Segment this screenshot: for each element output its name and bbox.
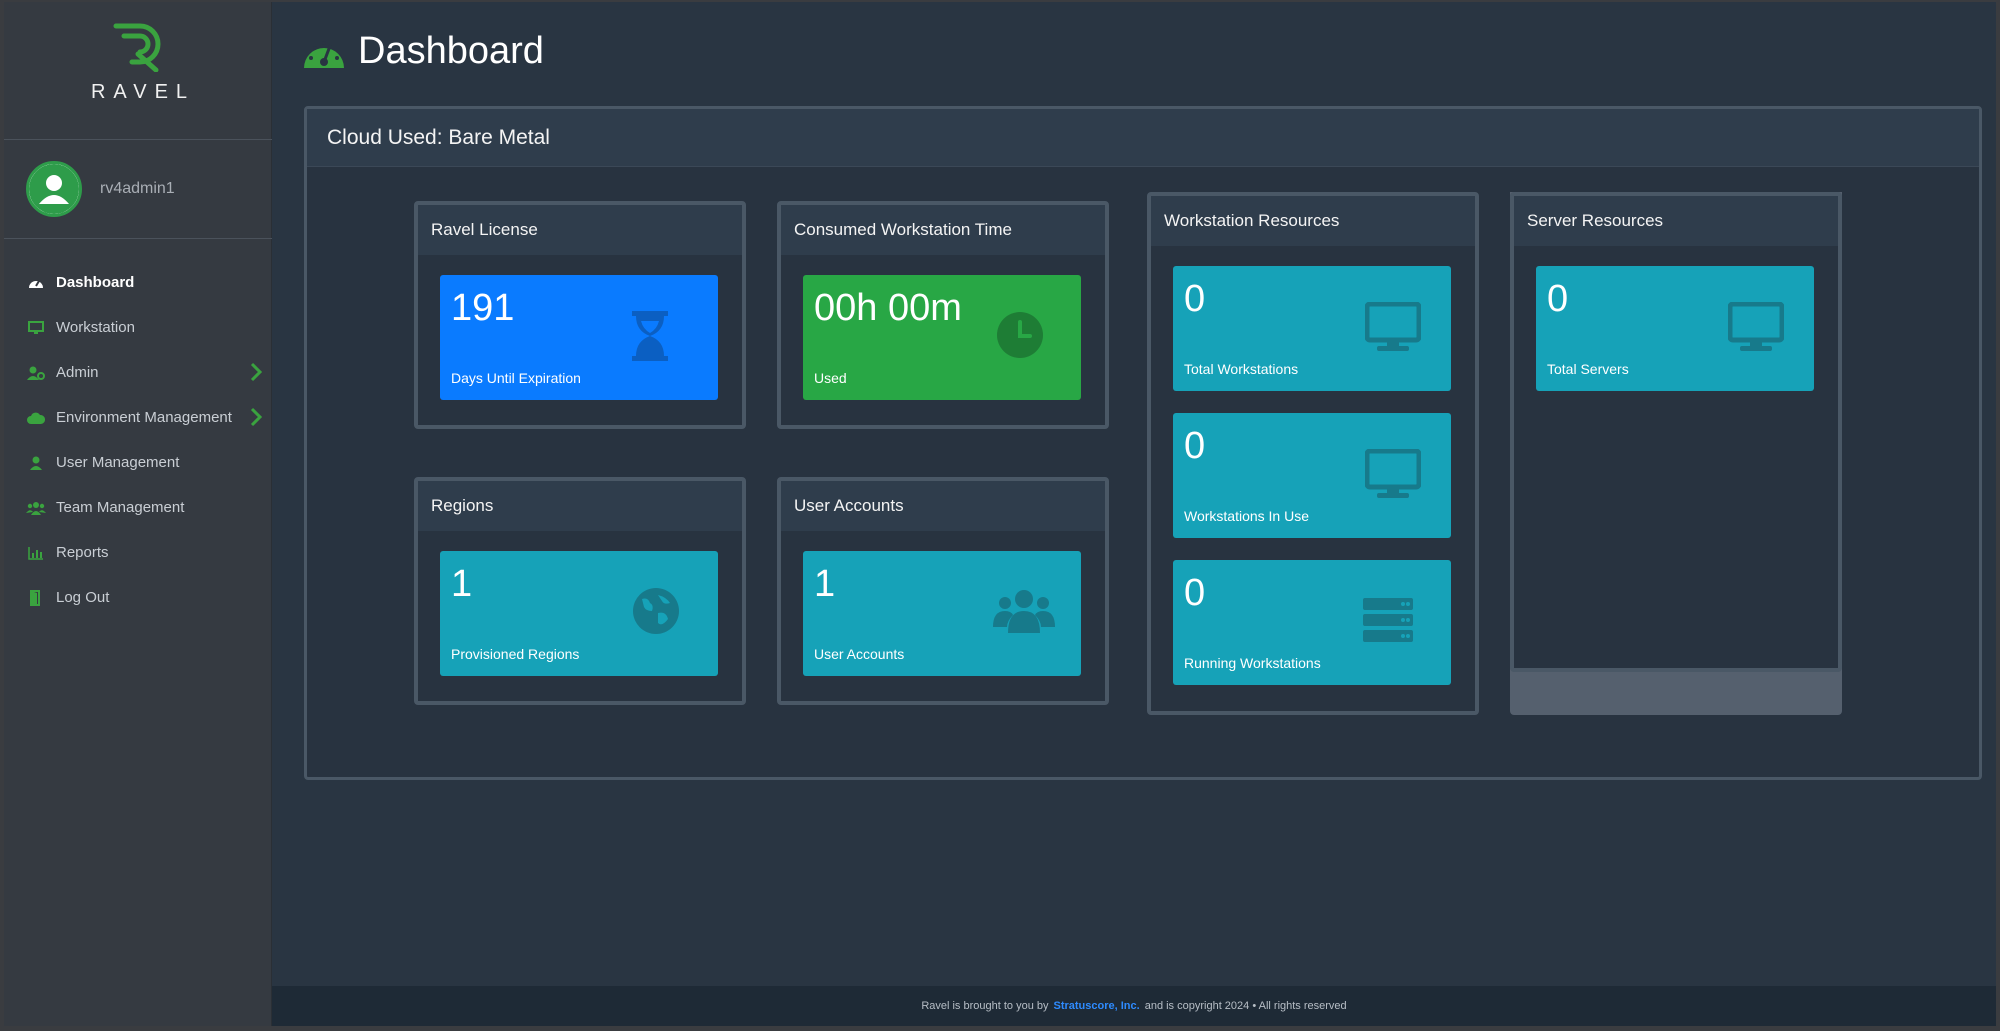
nav-label: User Management <box>56 454 180 471</box>
avatar[interactable] <box>26 161 82 217</box>
running-workstations-tile[interactable]: 0 Running Workstations <box>1173 560 1451 685</box>
monitor-icon <box>1365 449 1421 498</box>
nav-item-workstation[interactable]: Workstation <box>4 305 272 350</box>
server-resources-card: Server Resources 0 Total Servers <box>1510 192 1842 672</box>
gauge-icon <box>26 275 46 291</box>
nav-item-user-management[interactable]: User Management <box>4 440 272 485</box>
license-caption: Days Until Expiration <box>451 370 581 386</box>
page-title: Dashboard <box>358 30 544 72</box>
nav-label: Workstation <box>56 319 135 336</box>
nav-item-dashboard[interactable]: Dashboard <box>4 260 272 305</box>
license-days-value: 191 <box>451 287 515 329</box>
brand-name: RAVEL <box>90 81 196 103</box>
ravel-logo-icon <box>113 23 161 72</box>
nav-item-reports[interactable]: Reports <box>4 530 272 575</box>
sidebar: RAVEL rv4admin1 Dashboard Workstation Ad… <box>4 2 272 1026</box>
footer: Ravel is brought to you by Stratuscore, … <box>272 986 1996 1026</box>
footer-prefix: Ravel is brought to you by <box>921 1000 1049 1012</box>
nav-label: Dashboard <box>56 274 135 291</box>
page-header: Dashboard <box>302 30 544 73</box>
card-title: Workstation Resources <box>1151 196 1475 246</box>
tile-caption: Running Workstations <box>1184 655 1321 671</box>
card-title: Server Resources <box>1514 196 1838 246</box>
globe-icon <box>633 588 679 634</box>
license-tile[interactable]: 191 Days Until Expiration <box>440 275 718 400</box>
nav-item-admin[interactable]: Admin <box>4 350 272 395</box>
sidebar-nav: Dashboard Workstation Admin Environment … <box>4 260 272 620</box>
chevron-right-icon[interactable] <box>250 362 263 386</box>
nav-item-team-management[interactable]: Team Management <box>4 485 272 530</box>
company-link[interactable]: Stratuscore, Inc. <box>1054 1000 1140 1012</box>
nav-label: Log Out <box>56 589 110 606</box>
user-panel: rv4admin1 <box>4 141 272 239</box>
ravel-license-card: Ravel License 191 Days Until Expiration <box>414 201 746 429</box>
workstation-time-card: Consumed Workstation Time 00h 00m Used <box>777 201 1109 429</box>
nav-label: Reports <box>56 544 109 561</box>
time-value: 00h 00m <box>814 287 962 329</box>
user-cog-icon <box>26 365 46 381</box>
time-tile[interactable]: 00h 00m Used <box>803 275 1081 400</box>
tile-value: 0 <box>1184 278 1206 320</box>
workstations-in-use-tile[interactable]: 0 Workstations In Use <box>1173 413 1451 538</box>
chevron-right-icon[interactable] <box>250 407 263 431</box>
nav-item-environment-management[interactable]: Environment Management <box>4 395 272 440</box>
nav-label: Environment Management <box>56 409 232 426</box>
user-avatar-icon <box>29 164 79 214</box>
card-title: User Accounts <box>781 481 1105 531</box>
door-icon <box>26 589 46 606</box>
nav-label: Team Management <box>56 499 185 516</box>
main-content: Dashboard Cloud Used: Bare Metal Ravel L… <box>272 2 1996 1026</box>
regions-caption: Provisioned Regions <box>451 646 580 662</box>
tile-value: 0 <box>1547 278 1569 320</box>
regions-value: 1 <box>451 563 473 605</box>
regions-card: Regions 1 Provisioned Regions <box>414 477 746 705</box>
brand-logo[interactable]: RAVEL <box>4 2 272 140</box>
cloud-icon <box>26 410 46 426</box>
accounts-tile[interactable]: 1 User Accounts <box>803 551 1081 676</box>
username: rv4admin1 <box>100 180 175 197</box>
accounts-value: 1 <box>814 563 836 605</box>
footer-suffix: and is copyright 2024 • All rights reser… <box>1144 1000 1347 1012</box>
card-title: Consumed Workstation Time <box>781 205 1105 255</box>
total-servers-tile[interactable]: 0 Total Servers <box>1536 266 1814 391</box>
cloud-panel: Cloud Used: Bare Metal Ravel License 191… <box>304 106 1982 780</box>
server-icon <box>1363 598 1413 642</box>
card-title: Ravel License <box>418 205 742 255</box>
nav-label: Admin <box>56 364 99 381</box>
tile-value: 0 <box>1184 425 1206 467</box>
regions-tile[interactable]: 1 Provisioned Regions <box>440 551 718 676</box>
users-icon <box>26 500 46 516</box>
tile-caption: Total Servers <box>1547 361 1629 377</box>
total-workstations-tile[interactable]: 0 Total Workstations <box>1173 266 1451 391</box>
user-icon <box>26 455 46 471</box>
cloud-panel-title: Cloud Used: Bare Metal <box>307 109 1979 167</box>
accounts-caption: User Accounts <box>814 646 905 662</box>
nav-item-log-out[interactable]: Log Out <box>4 575 272 620</box>
hourglass-icon <box>632 311 668 361</box>
chart-icon <box>26 545 46 561</box>
monitor-icon <box>1728 302 1784 351</box>
tile-caption: Total Workstations <box>1184 361 1299 377</box>
gauge-icon <box>304 40 344 68</box>
clock-icon <box>997 312 1043 358</box>
monitor-icon <box>1365 302 1421 351</box>
tile-value: 0 <box>1184 572 1206 614</box>
monitor-icon <box>26 320 46 336</box>
card-title: Regions <box>418 481 742 531</box>
user-accounts-card: User Accounts 1 User Accounts <box>777 477 1109 705</box>
tile-caption: Workstations In Use <box>1184 508 1310 524</box>
users-icon <box>993 590 1055 633</box>
app-window: RAVEL rv4admin1 Dashboard Workstation Ad… <box>4 2 1996 1026</box>
workstation-resources-card: Workstation Resources 0 Total Workstatio… <box>1147 192 1479 715</box>
time-caption: Used <box>814 370 847 386</box>
